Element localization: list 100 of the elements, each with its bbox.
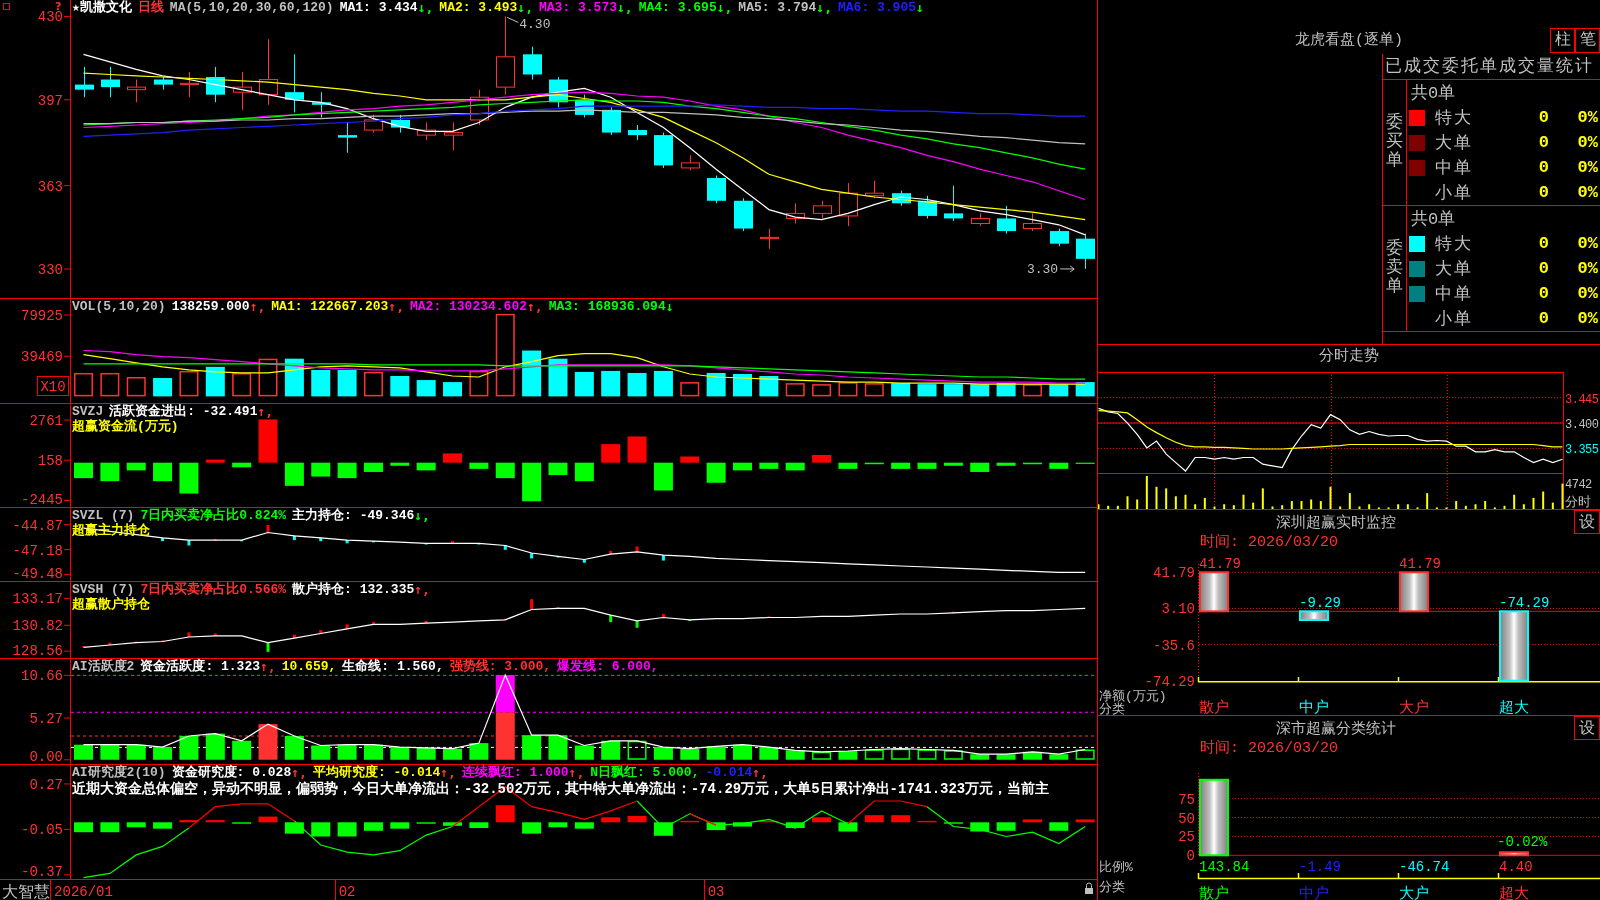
date-label: 03 bbox=[707, 884, 725, 900]
indicator-text: MA3: 168936.094 bbox=[548, 299, 666, 314]
indicator-text: 资金活跃度: 1.323 bbox=[140, 659, 260, 674]
trend-arrow: ↓ bbox=[665, 299, 674, 314]
category-label: 超大 bbox=[1499, 700, 1529, 715]
indicator-text: 资金研究度: 0.028 bbox=[171, 765, 292, 780]
indicator-text: 超赢资金流(万元) bbox=[72, 419, 179, 434]
axis-tick-label: 10.66 bbox=[21, 668, 63, 685]
indicator-text: 10.659, bbox=[281, 659, 337, 674]
axis-tick-label: -47.18 bbox=[12, 542, 63, 559]
indicator-text: MA4: 3.695 bbox=[638, 0, 717, 15]
indicator-text: AI研究度2(10) bbox=[72, 765, 166, 780]
price-label: 3.30 bbox=[1026, 261, 1075, 277]
price-label: 4.30 bbox=[506, 16, 551, 33]
axis-tick-label: 130.82 bbox=[12, 618, 63, 635]
section-title: 深圳超赢实时监控 bbox=[1276, 514, 1396, 532]
volume-max-label: 4742 bbox=[1565, 478, 1592, 492]
order-percent: 0% bbox=[1577, 183, 1599, 202]
indicator-text: MA2: 3.493 bbox=[439, 0, 518, 15]
order-type-label: 大单 bbox=[1435, 133, 1473, 154]
trend-arrow: ↓, bbox=[716, 0, 733, 15]
axis-tick-label: 0.27 bbox=[29, 776, 63, 793]
trend-arrow: ↑, bbox=[260, 659, 276, 674]
axis-tick-label: 158 bbox=[37, 453, 63, 470]
axis-tick-label: -0.37 bbox=[21, 864, 63, 880]
axis-tick-label: 3.355 bbox=[1565, 443, 1599, 458]
axis-tick-label: 5.27 bbox=[29, 711, 63, 728]
indicator-text: MA5: 3.794 bbox=[738, 0, 817, 15]
indicator-text: 7日内买卖净占比0.824% bbox=[140, 508, 287, 523]
category-label: 超大 bbox=[1499, 886, 1529, 900]
trend-arrow: ↑, bbox=[249, 299, 266, 314]
trend-arrow: ↓ bbox=[916, 0, 924, 15]
order-count: 0 bbox=[1538, 309, 1549, 328]
axis-tick-label: -35.6 bbox=[1153, 637, 1195, 654]
indicator-text: SVZJ bbox=[72, 404, 104, 419]
annotation: 3.30 bbox=[1026, 261, 1059, 277]
indicator-text: 爆发线: 6.000, bbox=[557, 659, 659, 674]
indicator-text: N日飘红: 5.000, bbox=[590, 765, 700, 780]
order-type-label: 小单 bbox=[1435, 183, 1473, 204]
volume-label: 分时 bbox=[1565, 495, 1591, 510]
order-type-label: 特大 bbox=[1435, 108, 1473, 129]
order-count: 0 bbox=[1538, 234, 1549, 253]
value-label: -1.49 bbox=[1299, 859, 1341, 875]
trend-arrow: ↑, bbox=[527, 299, 543, 314]
indicator-text: MA3: 3.573 bbox=[539, 0, 617, 15]
indicator-text: MA1: 3.434 bbox=[339, 0, 418, 15]
order-percent: 0% bbox=[1577, 108, 1599, 127]
value-label: -46.74 bbox=[1399, 859, 1450, 875]
indicator-text: SVZL (7) bbox=[72, 508, 135, 523]
indicator-text: 7日内买卖净占比0.566% bbox=[140, 582, 287, 597]
scale-label: X10 bbox=[37, 376, 69, 396]
order-type-label: 小单 bbox=[1435, 309, 1473, 330]
order-count: 0 bbox=[1538, 259, 1549, 278]
axis-tick-label: 128.56 bbox=[12, 643, 63, 659]
group-label: 委买单 bbox=[1386, 114, 1403, 171]
axis-tick-label: 75 bbox=[1178, 791, 1195, 808]
order-count: 0 bbox=[1538, 158, 1549, 177]
order-total: 共0单 bbox=[1411, 83, 1456, 104]
order-type-label: 大单 bbox=[1435, 259, 1473, 280]
category-label: 大户 bbox=[1399, 700, 1429, 715]
indicator-text: 散户持仓: 132.335 bbox=[292, 582, 415, 597]
indicator-text: MA6: 3.905 bbox=[838, 0, 917, 15]
indicator-text: AI活跃度2 bbox=[72, 659, 135, 674]
order-count: 0 bbox=[1538, 133, 1549, 152]
axis-tick-label: 3.400 bbox=[1565, 418, 1599, 433]
axis-tick-label: -44.87 bbox=[12, 517, 63, 534]
date-label: 02 bbox=[338, 884, 356, 900]
trend-arrow: ↓, bbox=[617, 0, 633, 15]
axis-tick-label: 41.79 bbox=[1153, 565, 1195, 582]
axis-title: 分类 bbox=[1099, 880, 1125, 895]
table-title: 已成交委托单成交量统计 bbox=[1385, 57, 1594, 76]
axis-title: 分类 bbox=[1099, 702, 1125, 715]
order-total: 共0单 bbox=[1411, 209, 1456, 230]
indicator-text: 138259.000 bbox=[171, 299, 250, 314]
axis-tick-label: 25 bbox=[1178, 829, 1195, 846]
indicator-text: SVSH (7) bbox=[72, 582, 135, 597]
trend-arrow: ↑, bbox=[440, 765, 456, 780]
category-label: 大户 bbox=[1399, 886, 1429, 900]
axis-tick-label: 330 bbox=[37, 261, 63, 278]
axis-title: 比例% bbox=[1099, 860, 1133, 875]
category-label: 散户 bbox=[1199, 886, 1229, 900]
brand-name: 大智慧 bbox=[2, 882, 50, 900]
order-type-label: 中单 bbox=[1435, 158, 1473, 179]
annotation-label: -0.02% bbox=[1497, 834, 1548, 851]
indicator-text: 主力持仓: -49.346 bbox=[292, 508, 415, 523]
axis-tick-label: 363 bbox=[37, 178, 63, 195]
trend-arrow: ↑, bbox=[291, 765, 307, 780]
axis-tick-label: 397 bbox=[37, 92, 63, 109]
value-label: 41.79 bbox=[1399, 556, 1441, 573]
value-label: 143.84 bbox=[1199, 859, 1250, 875]
indicator-text: 活跃资金进出: -32.491 bbox=[109, 404, 258, 419]
axis-tick-label: -2445 bbox=[21, 492, 63, 508]
indicator-text: 生命线: 1.560, bbox=[342, 659, 444, 674]
axis-tick-label: 3.10 bbox=[1161, 601, 1195, 618]
annotation: 4.30 bbox=[519, 17, 551, 33]
category-label: 散户 bbox=[1199, 700, 1229, 715]
value-label: -9.29 bbox=[1299, 595, 1341, 612]
order-count: 0 bbox=[1538, 108, 1549, 127]
trend-arrow: ↓, bbox=[417, 0, 434, 15]
group-label: 委卖单 bbox=[1386, 240, 1403, 297]
